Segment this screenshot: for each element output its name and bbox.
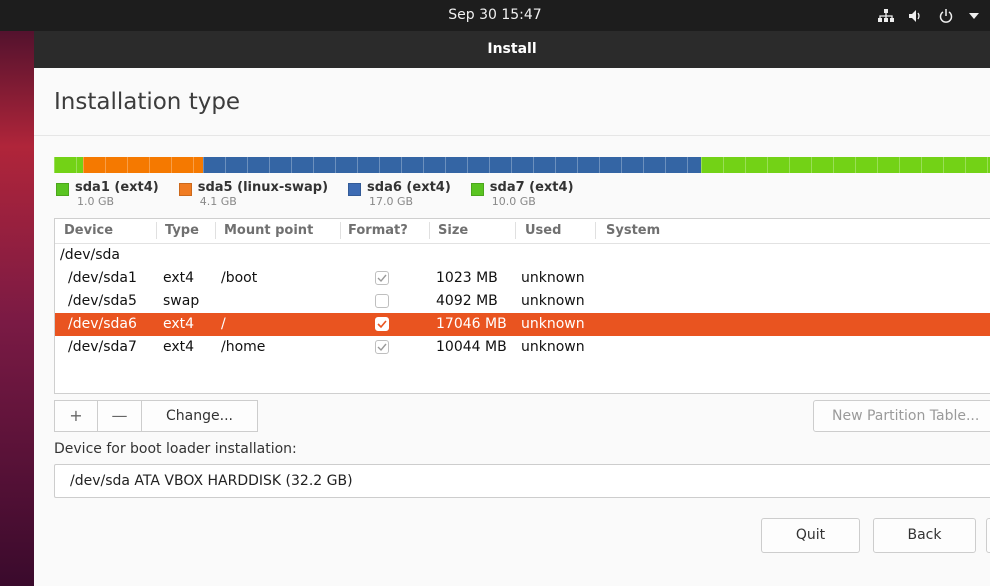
legend-item: sda5 (linux-swap) 4.1 GB (178, 180, 329, 208)
cell-size: 10044 MB (436, 339, 507, 355)
cell-used: unknown (521, 316, 585, 332)
legend-item: sda6 (ext4) 17.0 GB (348, 180, 451, 208)
column-separator (340, 222, 341, 239)
add-partition-button[interactable]: + (54, 400, 98, 432)
legend-size: 1.0 GB (77, 195, 115, 208)
cell-used: unknown (521, 270, 585, 286)
table-row[interactable]: /dev/sda1 ext4 /boot 1023 MB unknown (55, 267, 990, 290)
check-icon (377, 320, 387, 329)
column-header-size[interactable]: Size (438, 223, 468, 238)
cell-device: /dev/sda6 (68, 316, 137, 332)
column-header-used[interactable]: Used (525, 223, 561, 238)
new-partition-table-button[interactable]: New Partition Table... (813, 400, 990, 432)
menu-arrow-icon[interactable] (968, 12, 980, 20)
quit-button[interactable]: Quit (761, 518, 860, 553)
window-title: Install (34, 31, 990, 68)
divider (34, 135, 990, 136)
legend-name: sda6 (ext4) (367, 180, 451, 195)
page-title: Installation type (54, 89, 241, 115)
cell-type: ext4 (163, 270, 195, 286)
column-header-system[interactable]: System (606, 223, 660, 238)
cell-device: /dev/sda1 (68, 270, 137, 286)
cell-size: 4092 MB (436, 293, 498, 309)
table-header: Device Type Mount point Format? Size Use… (55, 219, 990, 244)
column-header-mount-point[interactable]: Mount point (224, 223, 313, 238)
cell-mount: / (221, 316, 226, 332)
column-separator (515, 222, 516, 239)
check-icon (377, 274, 387, 283)
volume-icon[interactable] (908, 9, 924, 23)
cell-type: ext4 (163, 339, 195, 355)
format-checkbox[interactable] (375, 271, 389, 285)
cell-mount: /home (221, 339, 266, 355)
cell-used: unknown (521, 339, 585, 355)
installer-window: Install Installation type sda1 (ext4) 1.… (34, 31, 990, 586)
column-separator (215, 222, 216, 239)
legend-size: 4.1 GB (199, 195, 237, 208)
legend-size: 10.0 GB (491, 195, 536, 208)
table-row[interactable]: /dev/sda7 ext4 /home 10044 MB unknown (55, 336, 990, 359)
legend-swatch (348, 183, 362, 196)
column-separator (429, 222, 430, 239)
legend-swatch (56, 183, 69, 196)
device-group-label: /dev/sda (60, 247, 120, 263)
column-separator (595, 222, 596, 239)
format-checkbox[interactable] (375, 340, 389, 354)
legend-name: sda5 (linux-swap) (197, 180, 329, 195)
table-row-selected[interactable]: /dev/sda6 ext4 / 17046 MB unknown (55, 313, 990, 336)
back-button[interactable]: Back (873, 518, 976, 553)
clock[interactable]: Sep 30 15:47 (0, 0, 990, 31)
cell-device: /dev/sda7 (68, 339, 137, 355)
cell-size: 17046 MB (436, 316, 507, 332)
partition-legend: sda1 (ext4) 1.0 GB sda5 (linux-swap) 4.1… (56, 180, 574, 208)
remove-partition-button[interactable]: — (98, 400, 142, 432)
legend-name: sda7 (ext4) (489, 180, 574, 195)
column-header-device[interactable]: Device (64, 223, 113, 238)
column-header-type[interactable]: Type (165, 223, 199, 238)
cell-mount: /boot (221, 270, 258, 286)
partition-segment-sda5 (83, 157, 204, 173)
cell-device: /dev/sda5 (68, 293, 137, 309)
legend-name: sda1 (ext4) (75, 180, 159, 195)
change-partition-button[interactable]: Change... (142, 400, 258, 432)
partition-segment-sda7 (701, 157, 990, 173)
boot-loader-label: Device for boot loader installation: (54, 441, 297, 457)
partition-segment-sda1 (54, 157, 84, 173)
install-now-button-partial[interactable] (986, 518, 990, 553)
network-icon[interactable] (878, 8, 894, 23)
check-icon (377, 343, 387, 352)
boot-loader-device-select[interactable]: /dev/sda ATA VBOX HARDDISK (32.2 GB) (54, 464, 990, 498)
power-icon[interactable] (938, 8, 954, 24)
cell-type: ext4 (163, 316, 195, 332)
column-separator (156, 222, 157, 239)
device-group-row[interactable]: /dev/sda (55, 244, 990, 267)
format-checkbox[interactable] (375, 317, 389, 331)
legend-size: 17.0 GB (369, 195, 414, 208)
cell-used: unknown (521, 293, 585, 309)
legend-item: sda1 (ext4) 1.0 GB (56, 180, 159, 208)
partition-actions: + — Change... (54, 400, 258, 432)
format-checkbox[interactable] (375, 294, 389, 308)
desktop-wallpaper (0, 0, 34, 586)
cell-type: swap (163, 293, 200, 309)
table-row[interactable]: /dev/sda5 swap 4092 MB unknown (55, 290, 990, 313)
legend-swatch (470, 183, 484, 196)
legend-swatch (178, 183, 192, 196)
cell-size: 1023 MB (436, 270, 498, 286)
legend-item: sda7 (ext4) 10.0 GB (470, 180, 574, 208)
partition-segment-sda6 (203, 157, 702, 173)
system-tray[interactable] (878, 0, 980, 31)
column-header-format[interactable]: Format? (348, 223, 408, 238)
partition-bar (54, 157, 990, 173)
top-bar: Sep 30 15:47 (0, 0, 990, 31)
partition-table[interactable]: Device Type Mount point Format? Size Use… (54, 218, 990, 394)
